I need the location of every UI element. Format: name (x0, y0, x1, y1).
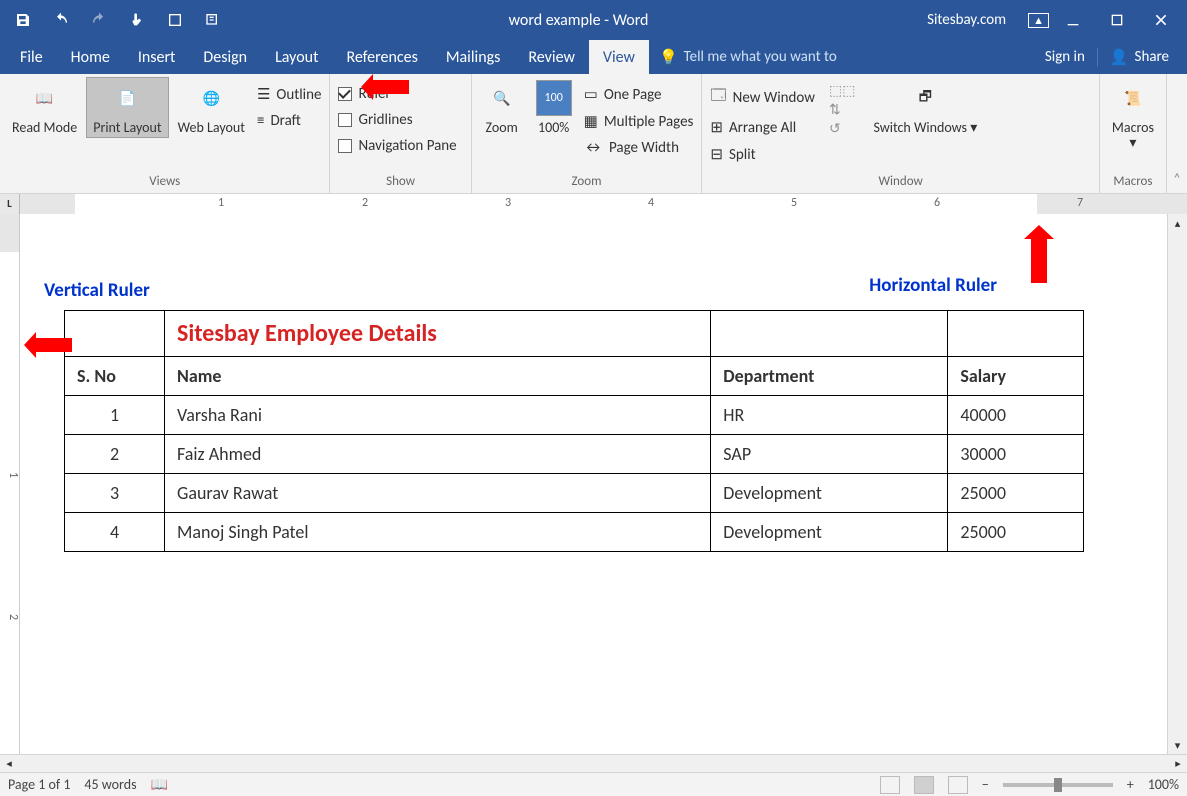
checkbox-icon (338, 113, 352, 127)
tab-design[interactable]: Design (189, 40, 261, 74)
table-row: 4Manoj Singh PatelDevelopment25000 (65, 513, 1084, 552)
proofing-icon[interactable]: 📖 (151, 776, 168, 793)
workspace: 1 2 Vertical Ruler Horizontal Ruler Site… (0, 214, 1187, 754)
tab-insert[interactable]: Insert (124, 40, 190, 74)
group-zoom-label: Zoom (478, 172, 696, 193)
title-bar: word example - Word Sitesbay.com ▲ (0, 0, 1187, 40)
tab-view[interactable]: View (589, 40, 649, 74)
collapse-ribbon-icon[interactable]: ˄ (1167, 74, 1187, 193)
table-header-row: S. No Name Department Salary (65, 357, 1084, 396)
zoom-100-button[interactable]: 100100% (530, 78, 578, 137)
macros-button[interactable]: 📜Macros▾ (1106, 78, 1160, 153)
gridlines-checkbox[interactable]: Gridlines (336, 108, 458, 132)
group-views: 📖Read Mode 📄Print Layout 🌐Web Layout ☰Ou… (0, 74, 330, 193)
page-status[interactable]: Page 1 of 1 (8, 776, 70, 793)
group-window: 🗔New Window ⊞Arrange All ⊟Split ⬚⬚ ⇅ ↺ 🗗… (702, 74, 1099, 193)
redo-icon[interactable] (82, 5, 116, 35)
read-mode-icon[interactable] (880, 776, 900, 794)
ribbon: 📖Read Mode 📄Print Layout 🌐Web Layout ☰Ou… (0, 74, 1187, 194)
zoom-level[interactable]: 100% (1148, 776, 1179, 793)
multi-page-button[interactable]: ▦Multiple Pages (582, 109, 696, 134)
checkbox-icon (338, 139, 352, 153)
close-icon[interactable] (1141, 5, 1181, 35)
tab-file[interactable]: File (6, 40, 57, 74)
scroll-left-icon[interactable]: ◂ (0, 757, 18, 770)
window-title: word example - Word (230, 11, 927, 30)
tab-selector-icon[interactable]: L (0, 194, 20, 214)
tab-home[interactable]: Home (57, 40, 124, 74)
print-layout-icon[interactable] (914, 776, 934, 794)
qat-icon[interactable] (158, 5, 192, 35)
table-row: Sitesbay Employee Details (65, 311, 1084, 357)
tab-review[interactable]: Review (514, 40, 589, 74)
group-views-label: Views (6, 172, 323, 193)
page-width-button[interactable]: ↔Page Width (582, 136, 696, 160)
share-button[interactable]: 👤Share (1097, 48, 1181, 67)
table-row: 2Faiz AhmedSAP30000 (65, 435, 1084, 474)
horizontal-scrollbar[interactable]: ◂ ▸ (0, 754, 1187, 772)
tell-me[interactable]: 💡Tell me what you want to (649, 48, 1033, 67)
arrow-annotation-icon (373, 80, 409, 94)
one-page-button[interactable]: ▭One Page (582, 82, 696, 107)
vertical-ruler-annotation: Vertical Ruler (44, 279, 150, 302)
qat-icon-2[interactable] (196, 5, 230, 35)
group-macros-label: Macros (1106, 172, 1160, 193)
scroll-up-icon[interactable]: ▴ (1168, 214, 1187, 232)
web-layout-button[interactable]: 🌐Web Layout (172, 78, 251, 137)
save-icon[interactable] (6, 5, 40, 35)
sync-scroll-icon: ⇅ (829, 101, 855, 118)
table-title: Sitesbay Employee Details (165, 311, 711, 357)
zoom-in-button[interactable]: + (1127, 776, 1134, 793)
web-layout-icon[interactable] (948, 776, 968, 794)
menu-bar: File Home Insert Design Layout Reference… (0, 40, 1187, 74)
scroll-down-icon[interactable]: ▾ (1168, 736, 1187, 754)
group-zoom: 🔍Zoom 100100% ▭One Page ▦Multiple Pages … (472, 74, 703, 193)
checkbox-icon (338, 87, 352, 101)
tab-mailings[interactable]: Mailings (432, 40, 515, 74)
scroll-right-icon[interactable]: ▸ (1169, 757, 1187, 770)
ribbonopts-icon[interactable]: ▲ (1028, 13, 1049, 28)
arrange-all-button[interactable]: ⊞Arrange All (708, 115, 817, 140)
reset-pos-icon: ↺ (829, 120, 855, 137)
document-page[interactable]: Vertical Ruler Horizontal Ruler Sitesbay… (20, 214, 1167, 754)
zoom-button[interactable]: 🔍Zoom (478, 78, 526, 137)
view-side-icon: ⬚⬚ (829, 82, 855, 99)
switch-windows-button[interactable]: 🗗Switch Windows ▾ (867, 78, 983, 137)
new-window-button[interactable]: 🗔New Window (708, 82, 817, 113)
horizontal-ruler[interactable]: L 1 2 3 4 5 6 7 (0, 194, 1187, 214)
print-layout-button[interactable]: 📄Print Layout (87, 78, 167, 137)
vertical-scrollbar[interactable]: ▴ ▾ (1167, 214, 1187, 754)
touch-icon[interactable] (120, 5, 154, 35)
employee-table: Sitesbay Employee Details S. No Name Dep… (64, 310, 1084, 552)
sign-in[interactable]: Sign in (1033, 48, 1097, 66)
maximize-icon[interactable] (1097, 5, 1137, 35)
table-row: 1Varsha RaniHR40000 (65, 396, 1084, 435)
word-count[interactable]: 45 words (84, 776, 136, 793)
tab-layout[interactable]: Layout (261, 40, 332, 74)
status-bar: Page 1 of 1 45 words 📖 − + 100% (0, 772, 1187, 796)
split-button[interactable]: ⊟Split (708, 142, 817, 167)
table-row: 3Gaurav RawatDevelopment25000 (65, 474, 1084, 513)
tab-references[interactable]: References (332, 40, 431, 74)
undo-icon[interactable] (44, 5, 78, 35)
zoom-out-button[interactable]: − (982, 776, 989, 793)
zoom-slider[interactable] (1003, 783, 1113, 787)
navpane-checkbox[interactable]: Navigation Pane (336, 134, 458, 158)
outline-button[interactable]: ☰Outline (255, 82, 324, 107)
minimize-icon[interactable] (1053, 5, 1093, 35)
group-show-label: Show (336, 172, 464, 193)
arrow-annotation-icon (1031, 239, 1047, 283)
group-window-label: Window (708, 172, 1092, 193)
group-macros: 📜Macros▾ Macros (1100, 74, 1167, 193)
draft-button[interactable]: ≡Draft (255, 109, 324, 133)
site-label: Sitesbay.com (927, 11, 1006, 29)
vertical-ruler[interactable]: 1 2 (0, 214, 20, 754)
arrow-annotation-icon (36, 338, 72, 352)
read-mode-button[interactable]: 📖Read Mode (6, 78, 83, 137)
horizontal-ruler-annotation: Horizontal Ruler (869, 274, 997, 297)
